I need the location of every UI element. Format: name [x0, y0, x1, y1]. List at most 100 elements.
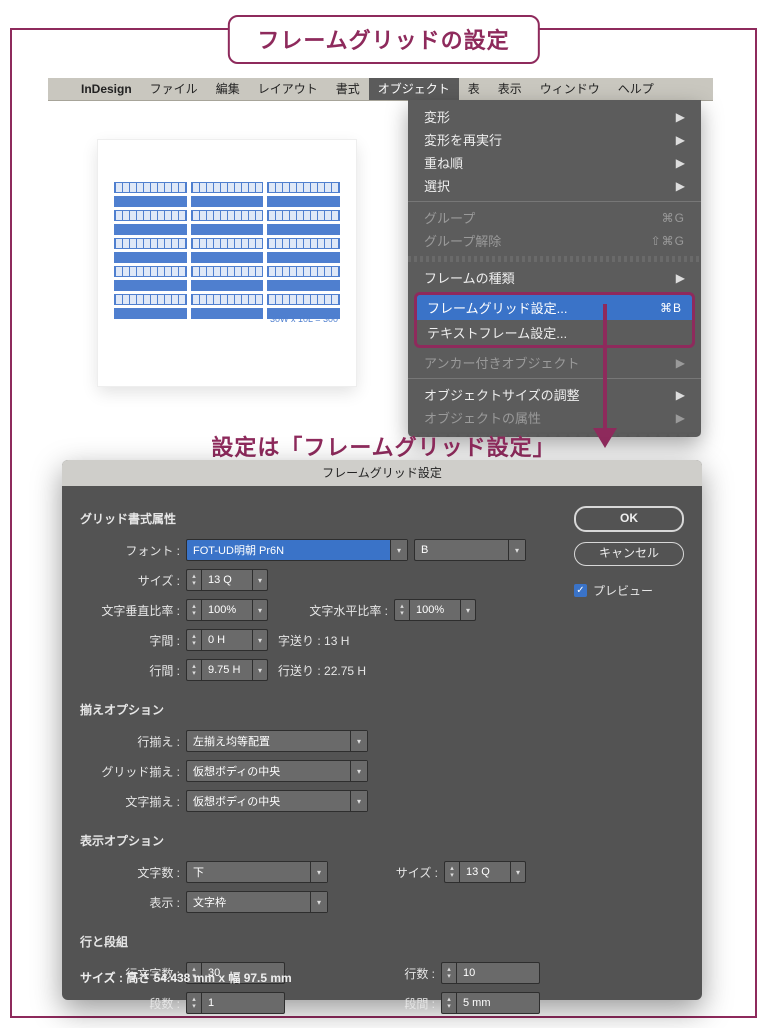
menu-label: オブジェクトサイズの調整: [424, 385, 580, 404]
document-preview: 30W x 10L = 300: [98, 140, 356, 386]
hscale-input[interactable]: ▴▾ 100% ▾: [394, 599, 476, 621]
menu-label: グループ: [424, 208, 475, 227]
char-count-select[interactable]: 下 ▾: [186, 861, 328, 883]
menu-view[interactable]: 表示: [489, 78, 531, 100]
menu-item-fitting[interactable]: オブジェクトサイズの調整 ▶: [408, 383, 701, 406]
chevron-right-icon: ▶: [676, 271, 685, 285]
chevron-down-icon: ▾: [350, 761, 367, 781]
menu-label: フレームの種類: [424, 268, 515, 287]
stepper-arrows-icon: ▴▾: [442, 993, 457, 1013]
menu-item-transform-again[interactable]: 変形を再実行 ▶: [408, 128, 701, 151]
menu-item-transform[interactable]: 変形 ▶: [408, 105, 701, 128]
lines-value: 10: [457, 963, 539, 983]
display-size-input[interactable]: ▴▾ 13 Q ▾: [444, 861, 526, 883]
menu-label: 変形を再実行: [424, 130, 502, 149]
menu-label: アンカー付きオブジェクト: [424, 353, 579, 372]
chevron-down-icon: ▾: [350, 731, 367, 751]
chevron-right-icon: ▶: [676, 356, 685, 370]
chevron-down-icon: ▾: [252, 570, 267, 590]
menu-table[interactable]: 表: [459, 78, 489, 100]
chevron-right-icon: ▶: [676, 411, 685, 425]
menu-item-frame-grid-options[interactable]: フレームグリッド設定... ⌘B: [417, 295, 692, 320]
frame-grid-dialog: フレームグリッド設定 OK キャンセル ✓ プレビュー グリッド書式属性 フォン…: [62, 460, 702, 1000]
lines-input[interactable]: ▴▾ 10: [441, 962, 540, 984]
font-family-value: FOT-UD明朝 Pr6N: [187, 542, 390, 558]
shortcut-label: ⌘G: [662, 211, 685, 225]
menubar: InDesign ファイル 編集 レイアウト 書式 オブジェクト 表 表示 ウィ…: [48, 78, 713, 101]
menu-file[interactable]: ファイル: [141, 78, 207, 100]
menu-layout[interactable]: レイアウト: [249, 78, 327, 100]
char-align-select[interactable]: 仮想ボディの中央 ▾: [186, 790, 368, 812]
char-aki-label: 字間 :: [80, 632, 186, 649]
char-count-value: 下: [187, 864, 310, 880]
menu-item-frame-type[interactable]: フレームの種類 ▶: [408, 266, 701, 289]
gutter-input[interactable]: ▴▾ 5 mm: [441, 992, 540, 1014]
char-aki-input[interactable]: ▴▾ 0 H ▾: [186, 629, 268, 651]
menu-app[interactable]: InDesign: [72, 78, 141, 100]
char-align-label: 文字揃え :: [80, 793, 186, 810]
menu-item-anchored-object[interactable]: アンカー付きオブジェクト ▶: [408, 351, 701, 374]
char-count-label: 文字数 :: [80, 864, 186, 881]
columns-input[interactable]: ▴▾ 1: [186, 992, 285, 1014]
menu-window[interactable]: ウィンドウ: [531, 78, 609, 100]
arrow-body: [603, 304, 607, 430]
explanation-text: 設定は「フレームグリッド設定」: [0, 430, 767, 462]
line-align-label: 行揃え :: [80, 733, 186, 750]
grid-dimension-label: 30W x 10L = 300: [270, 314, 338, 324]
stepper-arrows-icon: ▴▾: [395, 600, 410, 620]
chevron-down-icon: ▾: [510, 862, 525, 882]
highlighted-menu-group: フレームグリッド設定... ⌘B テキストフレーム設定...: [414, 292, 695, 348]
menu-item-arrange[interactable]: 重ね順 ▶: [408, 151, 701, 174]
object-menu: 変形 ▶ 変形を再実行 ▶ 重ね順 ▶ 選択 ▶ グループ ⌘G グループ解除 …: [408, 100, 701, 437]
display-view-label: 表示 :: [80, 894, 186, 911]
menu-label: オブジェクトの属性: [424, 408, 541, 427]
stepper-arrows-icon: ▴▾: [187, 660, 202, 680]
display-size-value: 13 Q: [460, 862, 510, 882]
char-align-value: 仮想ボディの中央: [187, 793, 350, 809]
menu-item-text-frame-options[interactable]: テキストフレーム設定...: [417, 320, 692, 345]
dialog-footer-size: サイズ : 高さ 54.438 mm x 幅 97.5 mm: [80, 969, 292, 986]
size-label: サイズ :: [80, 572, 186, 589]
chevron-down-icon: ▾: [252, 600, 267, 620]
grid-align-label: グリッド揃え :: [80, 763, 186, 780]
line-align-select[interactable]: 左揃え均等配置 ▾: [186, 730, 368, 752]
stepper-arrows-icon: ▴▾: [442, 963, 457, 983]
chevron-down-icon: ▾: [310, 892, 327, 912]
section-grid-format: グリッド書式属性: [80, 510, 560, 527]
grid-align-value: 仮想ボディの中央: [187, 763, 350, 779]
menu-label: テキストフレーム設定...: [427, 323, 567, 342]
grid-align-select[interactable]: 仮想ボディの中央 ▾: [186, 760, 368, 782]
section-display: 表示オプション: [80, 832, 560, 849]
menu-item-object-attributes[interactable]: オブジェクトの属性 ▶: [408, 406, 701, 429]
size-value: 13 Q: [202, 570, 252, 590]
preview-label: プレビュー: [593, 582, 653, 599]
gutter-value: 5 mm: [457, 993, 539, 1013]
ok-button[interactable]: OK: [574, 506, 684, 532]
preview-checkbox[interactable]: ✓ プレビュー: [574, 582, 684, 599]
columns-label: 段数 :: [80, 995, 186, 1012]
stepper-arrows-icon: ▴▾: [187, 600, 202, 620]
vscale-input[interactable]: ▴▾ 100% ▾: [186, 599, 268, 621]
menu-label: グループ解除: [424, 231, 501, 250]
menu-label: 変形: [424, 107, 450, 126]
line-aki-label: 行間 :: [80, 662, 186, 679]
font-weight-select[interactable]: B ▾: [414, 539, 526, 561]
stepper-arrows-icon: ▴▾: [187, 570, 202, 590]
menu-object[interactable]: オブジェクト: [369, 78, 459, 100]
menu-edit[interactable]: 編集: [207, 78, 249, 100]
chevron-right-icon: ▶: [676, 133, 685, 147]
size-input[interactable]: ▴▾ 13 Q ▾: [186, 569, 268, 591]
cancel-button[interactable]: キャンセル: [574, 542, 684, 566]
chevron-down-icon: ▾: [460, 600, 475, 620]
chevron-right-icon: ▶: [676, 388, 685, 402]
menu-item-select[interactable]: 選択 ▶: [408, 174, 701, 197]
arrow-head-icon: [593, 428, 617, 448]
line-aki-input[interactable]: ▴▾ 9.75 H ▾: [186, 659, 268, 681]
page-title: フレームグリッドの設定: [227, 15, 539, 64]
char-aki-value: 0 H: [202, 630, 252, 650]
line-align-value: 左揃え均等配置: [187, 733, 350, 749]
font-family-select[interactable]: FOT-UD明朝 Pr6N ▾: [186, 539, 408, 561]
menu-help[interactable]: ヘルプ: [609, 78, 663, 100]
display-view-select[interactable]: 文字枠 ▾: [186, 891, 328, 913]
menu-type[interactable]: 書式: [327, 78, 369, 100]
